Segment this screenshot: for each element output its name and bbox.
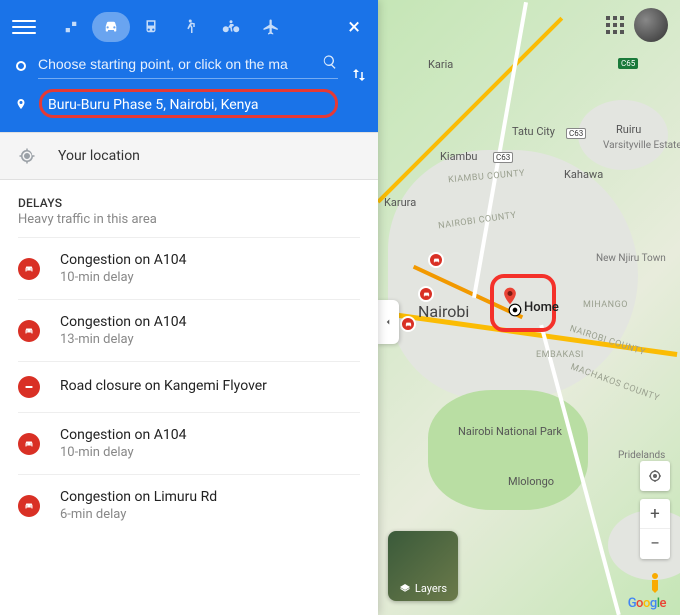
place-label: Karia (428, 58, 453, 71)
google-logo: Google (628, 596, 666, 611)
place-label: Mlolongo (508, 475, 554, 488)
traffic-incident-icon[interactable] (400, 316, 416, 332)
road-shield: C63 (566, 128, 586, 139)
home-dot-icon (508, 303, 522, 317)
google-apps-button[interactable] (606, 16, 624, 34)
place-label: Pridelands (618, 450, 665, 461)
delays-subheading: Heavy traffic in this area (18, 212, 360, 227)
road-shield: C63 (493, 152, 513, 163)
layers-button[interactable]: Layers (388, 531, 458, 601)
place-label: MIHANGO (583, 300, 628, 310)
delays-heading: DELAYS (18, 196, 360, 210)
start-input[interactable] (38, 52, 338, 79)
mode-best[interactable] (52, 12, 90, 42)
delay-item[interactable]: Congestion on A10410-min delay (18, 412, 360, 474)
pegman-icon[interactable] (643, 567, 667, 599)
traffic-incident-icon[interactable] (428, 252, 444, 268)
closure-icon (18, 376, 40, 398)
place-label: Nairobi National Park (458, 425, 562, 438)
mode-transit[interactable] (132, 12, 170, 42)
place-label: Varsityville Estate (603, 140, 680, 151)
zoom-out-button[interactable]: − (640, 529, 670, 559)
destination-input[interactable]: Buru-Buru Phase 5, Nairobi, Kenya (39, 89, 338, 118)
search-icon[interactable] (322, 54, 338, 74)
your-location-suggestion[interactable]: Your location (0, 132, 378, 180)
start-marker-icon (16, 61, 26, 71)
road-shield: C65 (618, 58, 638, 69)
place-label: Ruiru (616, 123, 641, 136)
delay-item[interactable]: Congestion on A10413-min delay (18, 299, 360, 361)
delay-item[interactable]: Road closure on Kangemi Flyover (18, 361, 360, 412)
place-label: Kahawa (564, 168, 603, 181)
traffic-icon (18, 433, 40, 455)
mode-driving[interactable] (92, 12, 130, 42)
close-directions[interactable]: × (342, 15, 366, 40)
delay-item[interactable]: Congestion on A10410-min delay (18, 237, 360, 299)
your-location-label: Your location (58, 148, 140, 164)
swap-route-button[interactable] (350, 66, 368, 88)
place-label: EMBAKASI (536, 350, 584, 360)
account-avatar[interactable] (634, 8, 668, 42)
layers-icon (399, 583, 411, 595)
place-label: New Njiru Town (596, 253, 666, 264)
destination-marker-icon (15, 96, 27, 112)
mode-walking[interactable] (172, 12, 210, 42)
collapse-sidebar-button[interactable] (378, 300, 399, 344)
mode-flights[interactable] (252, 12, 290, 42)
traffic-icon (18, 495, 40, 517)
recenter-button[interactable] (640, 461, 670, 491)
traffic-icon (18, 320, 40, 342)
locate-icon (647, 468, 663, 484)
place-label: MACHAKOS COUNTY (569, 362, 661, 403)
place-label: Kiambu (440, 150, 477, 163)
place-label: Nairobi (418, 302, 469, 321)
map-canvas[interactable]: Karia Tatu City Ruiru Varsityville Estat… (378, 0, 680, 615)
chevron-left-icon (383, 315, 393, 329)
traffic-icon (18, 258, 40, 280)
place-label: Tatu City (512, 125, 555, 138)
destination-text: Buru-Buru Phase 5, Nairobi, Kenya (48, 97, 259, 113)
locate-icon (18, 147, 36, 165)
home-label: Home (524, 300, 559, 315)
zoom-in-button[interactable]: + (640, 499, 670, 529)
menu-button[interactable] (12, 15, 36, 39)
mode-cycling[interactable] (212, 12, 250, 42)
place-label: Karura (384, 196, 416, 209)
delay-item[interactable]: Congestion on Limuru Rd6-min delay (18, 474, 360, 536)
traffic-incident-icon[interactable] (418, 286, 434, 302)
